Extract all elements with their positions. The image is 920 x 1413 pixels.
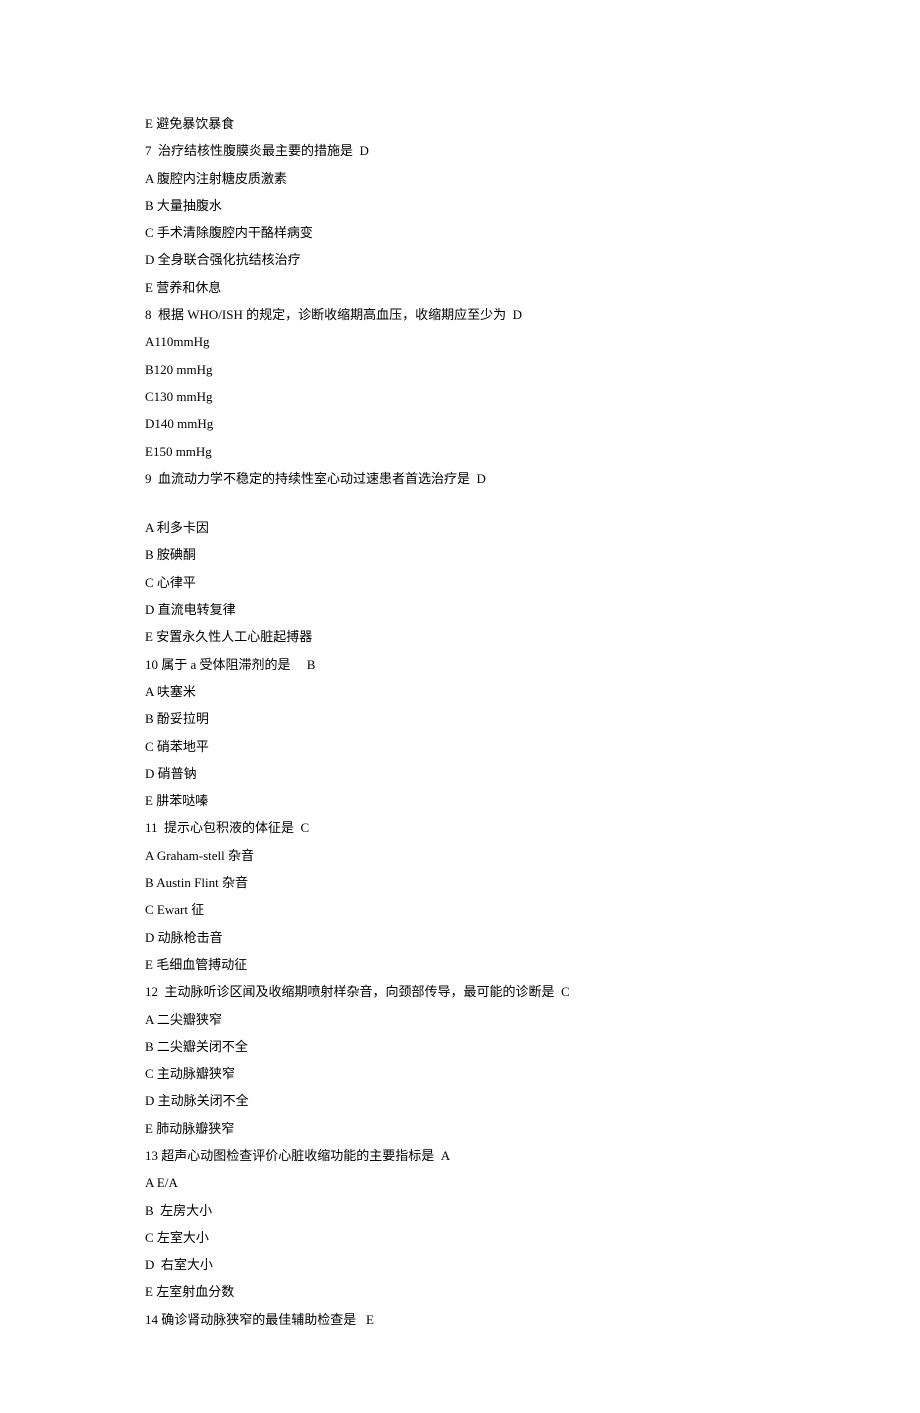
text-line: D140 mmHg bbox=[145, 410, 775, 437]
text-line: A 呋塞米 bbox=[145, 678, 775, 705]
text-line: 9 血流动力学不稳定的持续性室心动过速患者首选治疗是 D bbox=[145, 465, 775, 492]
text-line: C 硝苯地平 bbox=[145, 733, 775, 760]
text-line: D 直流电转复律 bbox=[145, 596, 775, 623]
text-line: 14 确诊肾动脉狭窄的最佳辅助检查是 E bbox=[145, 1306, 775, 1333]
text-line: E 营养和休息 bbox=[145, 274, 775, 301]
text-line: A110mmHg bbox=[145, 328, 775, 355]
text-line: E 毛细血管搏动征 bbox=[145, 951, 775, 978]
text-line: E150 mmHg bbox=[145, 438, 775, 465]
text-line: D 全身联合强化抗结核治疗 bbox=[145, 246, 775, 273]
text-line: 8 根据 WHO/ISH 的规定，诊断收缩期高血压，收缩期应至少为 D bbox=[145, 301, 775, 328]
text-line: A Graham-stell 杂音 bbox=[145, 842, 775, 869]
text-line: A E/A bbox=[145, 1169, 775, 1196]
text-line: C 心律平 bbox=[145, 569, 775, 596]
text-line: B 左房大小 bbox=[145, 1197, 775, 1224]
text-line: 12 主动脉听诊区闻及收缩期喷射样杂音，向颈部传导，最可能的诊断是 C bbox=[145, 978, 775, 1005]
text-line: E 避免暴饮暴食 bbox=[145, 110, 775, 137]
text-line: C 手术清除腹腔内干酪样病变 bbox=[145, 219, 775, 246]
text-line: B 胺碘酮 bbox=[145, 541, 775, 568]
text-line: E 肼苯哒嗪 bbox=[145, 787, 775, 814]
text-line: 11 提示心包积液的体征是 C bbox=[145, 814, 775, 841]
text-line: A 腹腔内注射糖皮质激素 bbox=[145, 165, 775, 192]
text-line: B 二尖瓣关闭不全 bbox=[145, 1033, 775, 1060]
text-line: E 安置永久性人工心脏起搏器 bbox=[145, 623, 775, 650]
text-line: A 二尖瓣狭窄 bbox=[145, 1006, 775, 1033]
text-line: 7 治疗结核性腹膜炎最主要的措施是 D bbox=[145, 137, 775, 164]
text-line: B 酚妥拉明 bbox=[145, 705, 775, 732]
text-line: C 主动脉瓣狭窄 bbox=[145, 1060, 775, 1087]
text-line: D 右室大小 bbox=[145, 1251, 775, 1278]
text-line: A 利多卡因 bbox=[145, 514, 775, 541]
text-line: B120 mmHg bbox=[145, 356, 775, 383]
text-line: C 左室大小 bbox=[145, 1224, 775, 1251]
text-line: C130 mmHg bbox=[145, 383, 775, 410]
text-line: C Ewart 征 bbox=[145, 896, 775, 923]
text-line: 10 属于 a 受体阻滞剂的是 B bbox=[145, 651, 775, 678]
text-line: E 肺动脉瓣狭窄 bbox=[145, 1115, 775, 1142]
blank-line bbox=[145, 492, 775, 514]
text-line: B 大量抽腹水 bbox=[145, 192, 775, 219]
text-line: B Austin Flint 杂音 bbox=[145, 869, 775, 896]
text-line: D 硝普钠 bbox=[145, 760, 775, 787]
text-line: D 主动脉关闭不全 bbox=[145, 1087, 775, 1114]
text-line: 13 超声心动图检查评价心脏收缩功能的主要指标是 A bbox=[145, 1142, 775, 1169]
document-page: E 避免暴饮暴食7 治疗结核性腹膜炎最主要的措施是 DA 腹腔内注射糖皮质激素B… bbox=[0, 0, 920, 1413]
text-line: D 动脉枪击音 bbox=[145, 924, 775, 951]
